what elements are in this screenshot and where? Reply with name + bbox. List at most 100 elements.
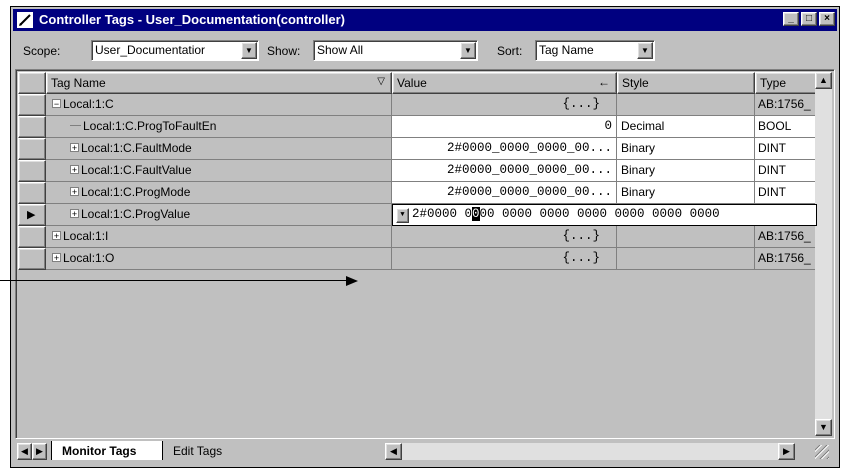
collapse-icon[interactable]: −	[52, 99, 61, 109]
value-cell[interactable]: 2#0000_0000_0000_00...	[392, 138, 617, 160]
style-text: Binary	[621, 163, 656, 177]
tag-name: Local:1:C.ProgMode	[81, 185, 191, 199]
chevron-down-icon[interactable]: ▼	[396, 208, 409, 223]
scope-select[interactable]: User_Documentatior ▼	[91, 40, 259, 61]
expand-icon[interactable]: +	[52, 231, 61, 241]
style-cell[interactable]	[617, 94, 755, 116]
value-cell[interactable]: {...}	[392, 248, 617, 270]
value-text: 2#0000_0000_0000_00...	[446, 185, 612, 199]
tag-name-cell[interactable]: + Local:1:C.ProgMode	[46, 182, 392, 204]
tab-edit-tags[interactable]: Edit Tags	[163, 441, 273, 460]
style-cell[interactable]: Binary	[617, 160, 755, 182]
expand-icon[interactable]: +	[70, 165, 79, 175]
expand-icon[interactable]: +	[52, 253, 61, 263]
style-text: Binary	[621, 141, 656, 155]
tag-name: Local:1:C.ProgValue	[81, 207, 191, 221]
column-header-style-label: Style	[622, 76, 649, 90]
controller-tags-window: Controller Tags - User_Documentation(con…	[10, 6, 840, 468]
expand-icon[interactable]: +	[70, 143, 79, 153]
style-cell[interactable]: Binary	[617, 182, 755, 204]
pencil-icon	[17, 12, 33, 28]
toolbar: Scope: User_Documentatior ▼ Show: Show A…	[13, 33, 837, 65]
sort-value: Tag Name	[539, 43, 594, 57]
style-cell[interactable]	[617, 248, 755, 270]
sort-select[interactable]: Tag Name ▼	[535, 40, 655, 61]
row-selector[interactable]	[18, 160, 46, 182]
callout-arrow-line	[0, 280, 350, 281]
style-text: Decimal	[621, 119, 665, 133]
tag-name: Local:1:C	[63, 97, 114, 111]
value-cell[interactable]: 0	[392, 116, 617, 138]
column-header-style[interactable]: Style	[617, 72, 755, 94]
type-text: DINT	[758, 141, 786, 155]
scope-label: Scope:	[23, 44, 61, 58]
resize-grip-icon[interactable]	[815, 445, 829, 459]
row-selector[interactable]	[18, 138, 46, 160]
row-selector[interactable]	[18, 182, 46, 204]
chevron-down-icon[interactable]: ▼	[637, 42, 653, 59]
tag-name-cell[interactable]: + Local:1:C.FaultValue	[46, 160, 392, 182]
tab-monitor-tags[interactable]: Monitor Tags	[51, 441, 163, 460]
row-selector[interactable]	[18, 116, 46, 138]
style-cell[interactable]: Binary	[617, 138, 755, 160]
tag-name: Local:1:O	[63, 251, 115, 265]
value-edit-field[interactable]: ▼ 2#0000 0000 0000 0000 0000 0000 0000 00…	[392, 204, 817, 226]
column-header-value[interactable]: Value ←	[392, 72, 617, 94]
row-selector[interactable]	[18, 248, 46, 270]
tab-scroll-left-icon[interactable]: ◀	[17, 443, 32, 460]
callout-arrowhead-icon	[346, 276, 358, 286]
type-cell: DINT	[755, 182, 817, 204]
value-cell[interactable]: {...}	[392, 226, 617, 248]
show-value: Show All	[317, 43, 364, 57]
row-selector[interactable]	[18, 94, 46, 116]
value-text: 0	[604, 119, 612, 133]
tab-scroll-right-icon[interactable]: ▶	[32, 443, 47, 460]
sort-label: Sort:	[497, 44, 523, 58]
tag-name-cell[interactable]: Local:1:C.ProgToFaultEn	[46, 116, 392, 138]
expand-icon[interactable]: +	[70, 187, 79, 197]
type-text: AB:1756_	[758, 97, 811, 111]
horizontal-scrollbar[interactable]: ◀ ▶	[385, 443, 795, 460]
value-text: {...}	[562, 97, 600, 111]
tag-name-cell[interactable]: + Local:1:O	[46, 248, 392, 270]
type-text: BOOL	[758, 119, 792, 133]
value-cell[interactable]: {...}	[392, 94, 617, 116]
tag-name-cell[interactable]: − Local:1:C	[46, 94, 392, 116]
column-header-tag-name[interactable]: Tag Name ▽	[46, 72, 392, 94]
close-button[interactable]: ×	[819, 12, 835, 26]
tab-edit-tags-label: Edit Tags	[173, 444, 223, 458]
tag-name: Local:1:I	[63, 229, 109, 243]
column-header-value-label: Value	[397, 76, 427, 90]
value-text: {...}	[562, 229, 600, 243]
type-cell: AB:1756_	[755, 94, 817, 116]
row-selector[interactable]: ▶	[18, 204, 46, 226]
scroll-left-icon[interactable]: ◀	[385, 443, 402, 460]
row-selector[interactable]	[18, 226, 46, 248]
scroll-down-icon[interactable]: ▼	[815, 419, 832, 436]
tree-leaf-line	[70, 125, 81, 126]
chevron-down-icon[interactable]: ▼	[241, 42, 257, 59]
style-cell[interactable]: Decimal	[617, 116, 755, 138]
tag-name-cell[interactable]: + Local:1:C.FaultMode	[46, 138, 392, 160]
header-corner	[18, 72, 46, 94]
tag-name: Local:1:C.ProgToFaultEn	[83, 119, 217, 133]
show-select[interactable]: Show All ▼	[313, 40, 478, 61]
value-cell[interactable]: 2#0000_0000_0000_00...	[392, 182, 617, 204]
value-cell[interactable]: 2#0000_0000_0000_00...	[392, 160, 617, 182]
tag-name-cell[interactable]: + Local:1:I	[46, 226, 392, 248]
type-text: DINT	[758, 185, 786, 199]
filter-icon[interactable]: ▽	[377, 76, 385, 87]
edit-cursor: 0	[472, 207, 480, 221]
maximize-button[interactable]: □	[801, 12, 817, 26]
style-cell[interactable]	[617, 226, 755, 248]
minimize-button[interactable]: _	[783, 12, 799, 26]
scroll-right-icon[interactable]: ▶	[778, 443, 795, 460]
scroll-up-icon[interactable]: ▲	[815, 72, 832, 89]
chevron-down-icon[interactable]: ▼	[460, 42, 476, 59]
title-bar[interactable]: Controller Tags - User_Documentation(con…	[13, 9, 837, 31]
column-header-type-label: Type	[760, 76, 787, 90]
tag-name-cell[interactable]: + Local:1:C.ProgValue	[46, 204, 392, 226]
column-header-type[interactable]: Type	[755, 72, 817, 94]
expand-icon[interactable]: +	[70, 209, 79, 219]
vertical-scrollbar[interactable]: ▲ ▼	[815, 72, 832, 436]
